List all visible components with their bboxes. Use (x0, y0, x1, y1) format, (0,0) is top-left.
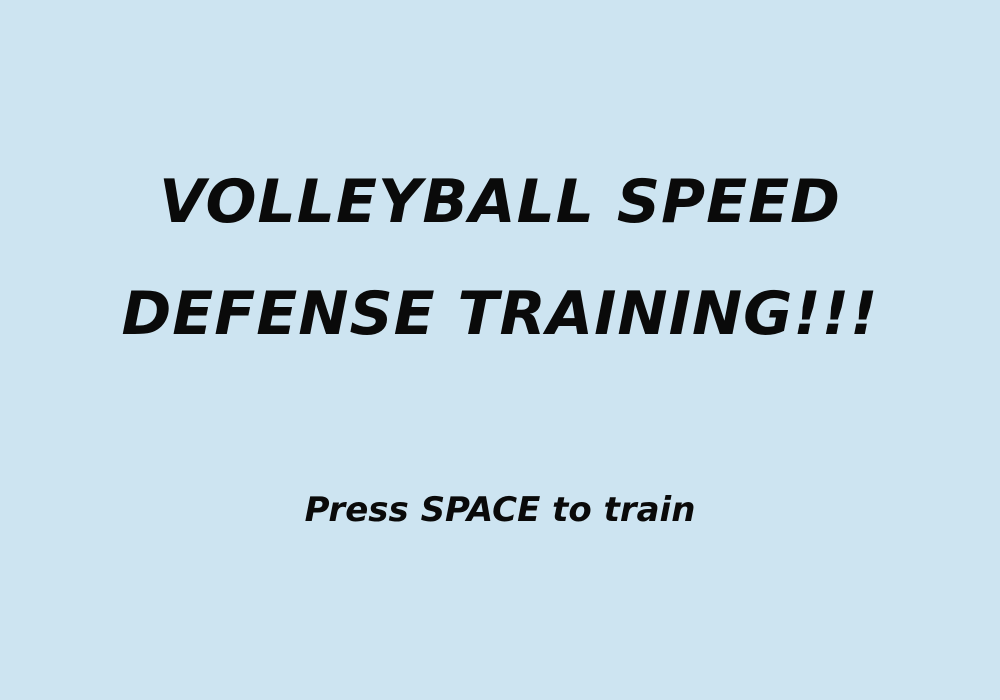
title-screen: VOLLEYBALL SPEED DEFENSE TRAINING!!! Pre… (0, 0, 1000, 700)
game-title-line-2: DEFENSE TRAINING!!! (121, 279, 879, 349)
game-title-line-1: VOLLEYBALL SPEED (159, 167, 841, 237)
start-prompt: Press SPACE to train (304, 490, 696, 530)
